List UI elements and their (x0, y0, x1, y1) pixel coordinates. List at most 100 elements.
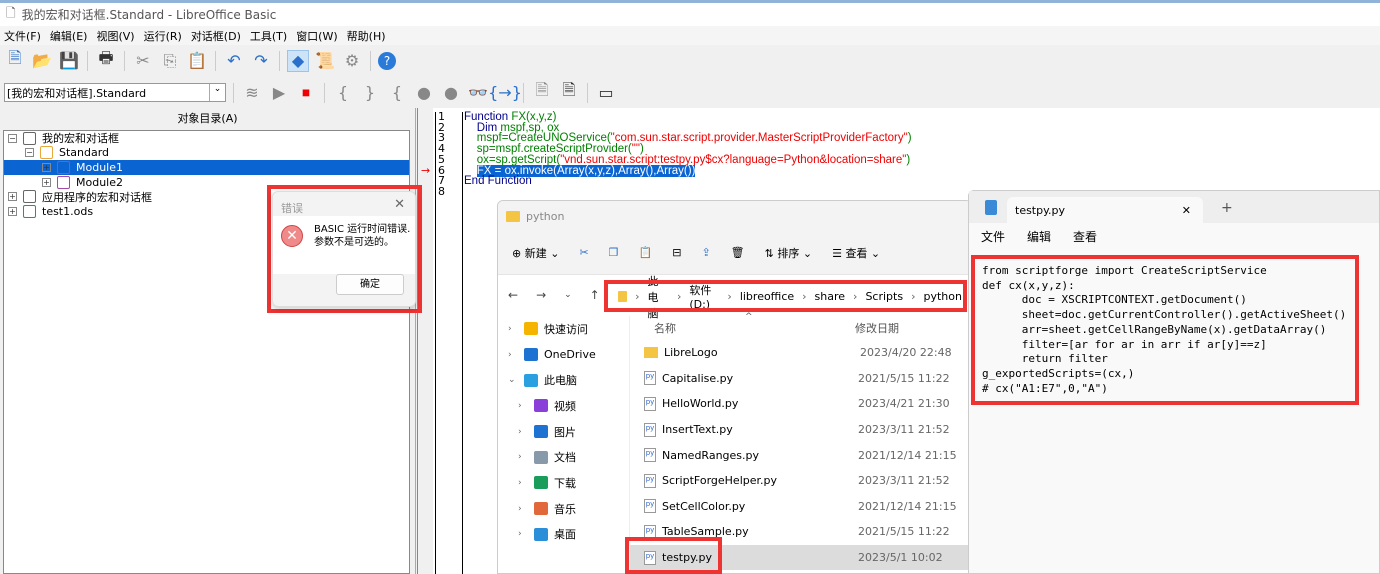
dialog-title: 错误 (281, 202, 303, 215)
library-value: [我的宏和对话框].Standard (7, 86, 147, 100)
chevron-right-icon[interactable]: › (518, 529, 528, 539)
save-icon[interactable]: 💾 (58, 50, 80, 72)
tree-item[interactable]: − Standard (4, 146, 409, 161)
manage-breakpoints-icon[interactable]: ● (440, 82, 462, 104)
view-button[interactable]: ☰ 查看 ⌄ (832, 245, 880, 261)
file-row[interactable]: py NamedRanges.py 2021/12/14 21:15 (630, 442, 971, 468)
stop-icon[interactable]: ⏹ (295, 82, 317, 104)
close-icon[interactable]: ✕ (394, 197, 405, 212)
new-tab-icon[interactable]: + (1221, 200, 1233, 216)
cut-icon[interactable]: ✂ (579, 246, 588, 259)
collapse-icon[interactable]: − (25, 148, 34, 158)
nav-icon (534, 527, 548, 541)
delete-icon[interactable]: 🗑 (731, 246, 745, 259)
forward-icon[interactable]: → (536, 288, 546, 302)
help-icon[interactable]: ? (378, 51, 396, 70)
tree-item[interactable]: + Module1 (4, 160, 409, 175)
collapse-icon[interactable]: − (8, 133, 17, 143)
object-catalog-icon[interactable]: ◆ (287, 49, 309, 72)
new-button[interactable]: ⊕ 新建 ⌄ (512, 245, 559, 261)
nav-item[interactable]: › 视频 (498, 393, 629, 419)
save-source-icon[interactable]: 🗎 (558, 80, 580, 104)
breakpoint-icon[interactable]: ● (413, 82, 435, 104)
file-row[interactable]: py Capitalise.py 2021/5/15 11:22 (630, 366, 971, 392)
paste-icon[interactable]: 📋 (186, 50, 208, 72)
nav-item[interactable]: › 下载 (498, 470, 629, 496)
nav-item[interactable]: ⌄ 此电脑 (498, 367, 629, 393)
chevron-right-icon[interactable]: › (508, 324, 518, 334)
back-icon[interactable]: ← (508, 288, 518, 302)
close-icon[interactable]: ✕ (1182, 204, 1191, 217)
nav-item[interactable]: › OneDrive (498, 342, 629, 368)
chevron-right-icon[interactable]: › (518, 401, 528, 411)
file-row[interactable]: py InsertText.py 2023/3/11 21:52 (630, 417, 971, 443)
redo-icon[interactable]: ↷ (250, 50, 272, 72)
expand-icon[interactable]: + (8, 192, 17, 202)
chevron-down-icon[interactable]: ⌄ (508, 375, 518, 385)
copy-icon[interactable]: ⎘ (159, 50, 181, 72)
print-icon[interactable]: 🖶 (95, 48, 117, 72)
rename-icon[interactable]: ⊟ (672, 246, 681, 259)
python-code[interactable]: from scriptforge import CreateScriptServ… (982, 264, 1346, 396)
paste-icon[interactable]: 📋 (639, 246, 653, 259)
chevron-right-icon[interactable]: › (518, 452, 528, 462)
modules-icon[interactable]: ⚙ (341, 50, 363, 72)
share-icon[interactable]: ⇪ (701, 246, 710, 259)
library-select[interactable]: [我的宏和对话框].Standard ⌄ (4, 83, 226, 102)
compile-icon[interactable]: ≋ (241, 82, 263, 104)
breakpoint-gutter[interactable]: → (418, 108, 433, 574)
nav-item[interactable]: › 文档 (498, 444, 629, 470)
sort-button[interactable]: ⇅ 排序 ⌄ (765, 245, 812, 261)
step-out-icon[interactable]: { (386, 82, 408, 104)
menu-item[interactable]: 窗口(W) (292, 28, 342, 44)
up-icon[interactable]: ↑ (590, 288, 600, 302)
tab-testpy[interactable]: testpy.py ✕ (1007, 197, 1203, 223)
menu-item[interactable]: 文件 (981, 228, 1005, 245)
menu-item[interactable]: 工具(T) (246, 28, 292, 44)
chevron-down-icon[interactable]: ⌄ (209, 84, 225, 101)
nav-item[interactable]: › 图片 (498, 419, 629, 445)
menu-item[interactable]: 编辑(E) (46, 28, 93, 44)
menu-item[interactable]: 编辑 (1027, 228, 1051, 245)
column-name[interactable]: 名称 (654, 320, 676, 336)
step-into-icon[interactable]: { (332, 82, 354, 104)
menu-item[interactable]: 帮助(H) (343, 28, 391, 44)
menu-item[interactable]: 对话框(D) (187, 28, 246, 44)
import-dialog-icon[interactable]: ▭ (595, 82, 617, 104)
file-row[interactable]: py ScriptForgeHelper.py 2023/3/11 21:52 (630, 468, 971, 494)
file-row[interactable]: py HelloWorld.py 2023/4/21 21:30 (630, 391, 971, 417)
cut-icon[interactable]: ✂ (132, 50, 154, 72)
ok-button[interactable]: 确定 (336, 274, 404, 295)
tree-item-label: 我的宏和对话框 (42, 132, 119, 146)
menu-item[interactable]: 视图(V) (92, 28, 139, 44)
nav-item[interactable]: › 音乐 (498, 496, 629, 522)
recent-chevron-icon[interactable]: ⌄ (564, 290, 572, 300)
chevron-right-icon[interactable]: › (518, 478, 528, 488)
step-over-icon[interactable]: } (359, 82, 381, 104)
column-date[interactable]: 修改日期 (855, 320, 899, 336)
file-row[interactable]: py SetCellColor.py 2021/12/14 21:15 (630, 494, 971, 520)
menu-item[interactable]: 文件(F) (0, 28, 46, 44)
expand-icon[interactable]: + (8, 206, 17, 216)
file-row[interactable]: LibreLogo 2023/4/20 22:48 (630, 340, 971, 366)
chevron-right-icon[interactable]: › (508, 350, 518, 360)
tree-item[interactable]: − 我的宏和对话框 (4, 131, 409, 146)
menu-item[interactable]: 运行(R) (140, 28, 187, 44)
menu-item[interactable]: 查看 (1073, 228, 1097, 245)
find-parentheses-icon[interactable]: {→} (488, 82, 522, 104)
expand-icon[interactable]: + (42, 162, 51, 172)
run-icon[interactable]: ▶ (268, 82, 290, 104)
chevron-right-icon[interactable]: › (518, 504, 528, 514)
macros-icon[interactable]: 📜 (314, 50, 336, 72)
copy-icon[interactable]: ❐ (609, 246, 619, 259)
open-folder-icon[interactable]: 📂 (31, 50, 53, 72)
expand-icon[interactable]: + (42, 177, 51, 187)
nav-item[interactable]: › 桌面 (498, 522, 629, 548)
watch-icon[interactable]: 👓 (467, 82, 489, 104)
new-document-icon[interactable]: 🗎 (4, 48, 26, 72)
chevron-right-icon[interactable]: › (518, 427, 528, 437)
undo-icon[interactable]: ↶ (223, 50, 245, 72)
nav-item[interactable]: › 快速访问 (498, 316, 629, 342)
insert-source-icon[interactable]: 🗎 (531, 80, 553, 104)
nav-label: 图片 (554, 425, 576, 439)
